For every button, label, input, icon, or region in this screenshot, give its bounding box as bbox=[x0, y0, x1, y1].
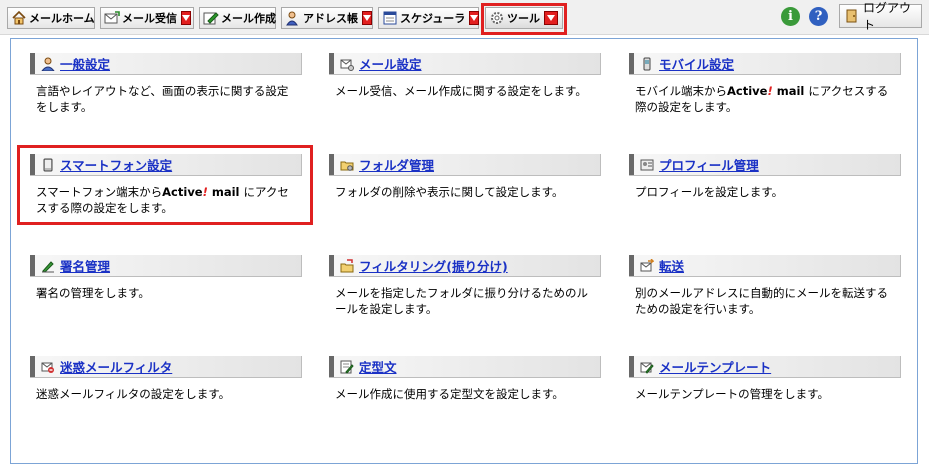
header-accent-bar bbox=[30, 53, 35, 74]
settings-item-header: メールテンプレート bbox=[629, 356, 901, 378]
home-icon bbox=[11, 10, 27, 26]
header-accent-bar bbox=[329, 53, 334, 74]
mobile-icon bbox=[640, 57, 654, 71]
settings-item-general: 一般設定 言語やレイアウトなど、画面の表示に関する設定をします。 bbox=[30, 53, 302, 115]
profile-management-description: プロフィールを設定します。 bbox=[635, 185, 784, 199]
address-book-label: アドレス帳 bbox=[303, 12, 358, 25]
brand-name-a: Active bbox=[727, 84, 768, 98]
mail-home-button[interactable]: メールホーム bbox=[7, 7, 95, 29]
profile-management-link[interactable]: プロフィール管理 bbox=[659, 155, 759, 174]
settings-item-header: 署名管理 bbox=[30, 255, 302, 277]
settings-item-template-text: 定型文 メール作成に使用する定型文を設定します。 bbox=[329, 356, 601, 402]
filter-folder-icon bbox=[340, 258, 354, 273]
signature-management-link[interactable]: 署名管理 bbox=[60, 256, 110, 275]
header-accent-bar bbox=[30, 255, 35, 276]
mail-template-link[interactable]: メールテンプレート bbox=[659, 357, 771, 376]
mail-compose-icon bbox=[203, 10, 219, 26]
info-icon[interactable]: i bbox=[781, 7, 800, 26]
mail-compose-button[interactable]: メール作成 bbox=[199, 7, 276, 29]
scheduler-button[interactable]: スケジューラ bbox=[378, 7, 480, 29]
help-icon[interactable]: ? bbox=[809, 7, 828, 26]
calendar-icon bbox=[382, 10, 398, 26]
settings-item-forward: 転送 別のメールアドレスに自動的にメールを転送するための設定を行います。 bbox=[629, 255, 901, 317]
filtering-description: メールを指定したフォルダに振り分けるためのルールを設定します。 bbox=[335, 286, 588, 316]
header-accent-bar bbox=[629, 255, 634, 276]
settings-item-header: フィルタリング(振り分け) bbox=[329, 255, 601, 277]
mail-template-icon bbox=[640, 360, 654, 374]
forward-icon bbox=[640, 258, 655, 273]
settings-item-signature: 署名管理 署名の管理をします。 bbox=[30, 255, 302, 301]
mail-compose-label: メール作成 bbox=[221, 12, 276, 25]
folder-management-description: フォルダの削除や表示に関して設定します。 bbox=[335, 185, 564, 199]
mail-receive-label: メール受信 bbox=[122, 12, 177, 25]
scheduler-label: スケジューラ bbox=[400, 12, 466, 25]
smartphone-highlight-box bbox=[17, 145, 313, 225]
settings-item-spam-filter: 迷惑メールフィルタ 迷惑メールフィルタの設定をします。 bbox=[30, 356, 302, 402]
settings-item-header: 一般設定 bbox=[30, 53, 302, 75]
settings-item-header: 定型文 bbox=[329, 356, 601, 378]
mail-template-description: メールテンプレートの管理をします。 bbox=[635, 387, 830, 401]
address-book-dropdown-icon[interactable] bbox=[362, 11, 372, 25]
person-icon bbox=[40, 57, 56, 71]
signature-management-description: 署名の管理をします。 bbox=[36, 286, 150, 300]
forward-description: 別のメールアドレスに自動的にメールを転送するための設定を行います。 bbox=[635, 286, 888, 316]
header-accent-bar bbox=[30, 356, 35, 377]
general-settings-link[interactable]: 一般設定 bbox=[60, 54, 110, 73]
pen-icon bbox=[41, 259, 55, 273]
info-icon-glyph: i bbox=[788, 9, 793, 24]
settings-item-header: モバイル設定 bbox=[629, 53, 901, 75]
address-book-icon bbox=[285, 10, 301, 26]
mail-home-label: メールホーム bbox=[29, 12, 95, 25]
settings-item-header: フォルダ管理 bbox=[329, 154, 601, 176]
template-text-description: メール作成に使用する定型文を設定します。 bbox=[335, 387, 564, 401]
settings-item-mail: メール設定 メール受信、メール作成に関する設定をします。 bbox=[329, 53, 601, 99]
logout-label: ログアウト bbox=[863, 1, 912, 32]
header-accent-bar bbox=[329, 255, 334, 276]
settings-item-profile: プロフィール管理 プロフィールを設定します。 bbox=[629, 154, 901, 200]
template-text-icon bbox=[340, 360, 354, 374]
header-accent-bar bbox=[329, 154, 334, 175]
mail-settings-description: メール受信、メール作成に関する設定をします。 bbox=[335, 84, 587, 98]
general-settings-description: 言語やレイアウトなど、画面の表示に関する設定をします。 bbox=[36, 84, 289, 114]
filtering-link[interactable]: フィルタリング(振り分け) bbox=[359, 256, 508, 275]
mail-settings-icon bbox=[340, 57, 354, 71]
settings-item-filtering: フィルタリング(振り分け) メールを指定したフォルダに振り分けるためのルールを設… bbox=[329, 255, 601, 317]
settings-item-mobile: モバイル設定 モバイル端末からActive! mail にアクセスする際の設定を… bbox=[629, 53, 901, 115]
settings-item-folder: フォルダ管理 フォルダの削除や表示に関して設定します。 bbox=[329, 154, 601, 200]
profile-card-icon bbox=[640, 158, 654, 172]
help-icon-glyph: ? bbox=[814, 9, 823, 24]
forward-link[interactable]: 転送 bbox=[659, 256, 684, 275]
mobile-settings-description: モバイル端末からActive! mail にアクセスする際の設定をします。 bbox=[635, 83, 897, 115]
settings-item-header: プロフィール管理 bbox=[629, 154, 901, 176]
desc-text-pre: モバイル端末から bbox=[635, 84, 727, 98]
address-book-button[interactable]: アドレス帳 bbox=[281, 7, 373, 29]
header-accent-bar bbox=[329, 356, 334, 377]
folder-management-link[interactable]: フォルダ管理 bbox=[359, 155, 434, 174]
settings-item-header: 迷惑メールフィルタ bbox=[30, 356, 302, 378]
settings-item-header: 転送 bbox=[629, 255, 901, 277]
mobile-settings-link[interactable]: モバイル設定 bbox=[659, 54, 734, 73]
spam-filter-description: 迷惑メールフィルタの設定をします。 bbox=[36, 387, 231, 401]
settings-item-mail-template: メールテンプレート メールテンプレートの管理をします。 bbox=[629, 356, 901, 402]
mail-receive-dropdown-icon[interactable] bbox=[181, 11, 191, 25]
header-accent-bar bbox=[629, 356, 634, 377]
spam-icon bbox=[41, 360, 55, 374]
mail-receive-button[interactable]: メール受信 bbox=[100, 7, 194, 29]
template-text-link[interactable]: 定型文 bbox=[359, 357, 397, 376]
main-toolbar: メールホーム メール受信 メール作成 アドレス帳 スケジューラ ツール i ? … bbox=[0, 0, 929, 35]
tools-highlight-box bbox=[481, 3, 567, 35]
brand-name: Active! mail bbox=[727, 84, 808, 98]
logout-icon bbox=[845, 9, 859, 23]
header-accent-bar bbox=[629, 154, 634, 175]
mail-receive-icon bbox=[104, 10, 120, 26]
folder-icon bbox=[340, 158, 354, 172]
header-accent-bar bbox=[629, 53, 634, 74]
settings-item-header: メール設定 bbox=[329, 53, 601, 75]
brand-name-b: mail bbox=[772, 84, 809, 98]
scheduler-dropdown-icon[interactable] bbox=[469, 11, 480, 25]
logout-button[interactable]: ログアウト bbox=[839, 1, 922, 32]
mail-settings-link[interactable]: メール設定 bbox=[359, 54, 422, 73]
spam-filter-link[interactable]: 迷惑メールフィルタ bbox=[60, 357, 172, 376]
